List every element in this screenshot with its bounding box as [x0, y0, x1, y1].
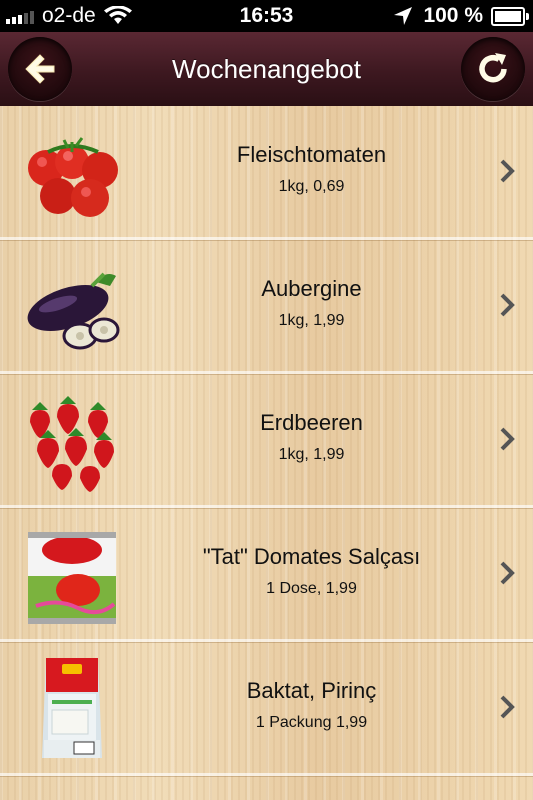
tomato-paste-can-image [18, 520, 126, 628]
list-item[interactable]: Fleischtomaten 1kg, 0,69 [0, 106, 533, 240]
item-price: 1kg, 1,99 [278, 446, 345, 463]
offer-list: Fleischtomaten 1kg, 0,69 Aubergine 1kg, … [0, 106, 533, 800]
chevron-right-icon [499, 292, 515, 318]
location-arrow-icon [394, 7, 413, 25]
carrier-name: o2-de [42, 4, 96, 27]
item-name: Fleischtomaten [236, 142, 387, 167]
strawberries-image [18, 386, 126, 494]
chevron-right-icon [499, 426, 515, 452]
battery-icon [491, 6, 529, 26]
list-item[interactable]: Baktat, Pirinç 1 Packung 1,99 [0, 642, 533, 776]
rice-package-image [18, 654, 126, 762]
navigation-bar: Wochenangebot [0, 32, 533, 108]
battery-percent: 100 % [423, 4, 483, 27]
item-price: 1 Dose, 1,99 [266, 580, 357, 597]
refresh-icon [479, 53, 507, 83]
chevron-right-icon [499, 694, 515, 720]
item-price: 1 Packung 1,99 [255, 714, 368, 731]
page-title: Wochenangebot [172, 54, 361, 84]
item-name: Aubergine [261, 276, 362, 301]
back-button[interactable] [8, 37, 72, 101]
eggplant-image [18, 252, 126, 360]
status-bar: o2-de 16:53 100 % [0, 0, 533, 32]
signal-strength-icon [6, 8, 36, 24]
wifi-icon [103, 6, 132, 24]
back-arrow-icon [25, 54, 55, 84]
tomatoes-image [18, 118, 126, 226]
item-name: Baktat, Pirinç [246, 678, 377, 703]
list-item[interactable]: "Tat" Domates Salçası 1 Dose, 1,99 [0, 508, 533, 642]
chevron-right-icon [499, 560, 515, 586]
refresh-button[interactable] [461, 37, 525, 101]
item-price: 1kg, 0,69 [278, 178, 345, 195]
chevron-right-icon [499, 158, 515, 184]
item-name: Erdbeeren [260, 410, 363, 435]
item-price: 1kg, 1,99 [278, 312, 345, 329]
item-name: "Tat" Domates Salçası [202, 544, 421, 569]
list-item[interactable]: Erdbeeren 1kg, 1,99 [0, 374, 533, 508]
list-item[interactable]: Aubergine 1kg, 1,99 [0, 240, 533, 374]
